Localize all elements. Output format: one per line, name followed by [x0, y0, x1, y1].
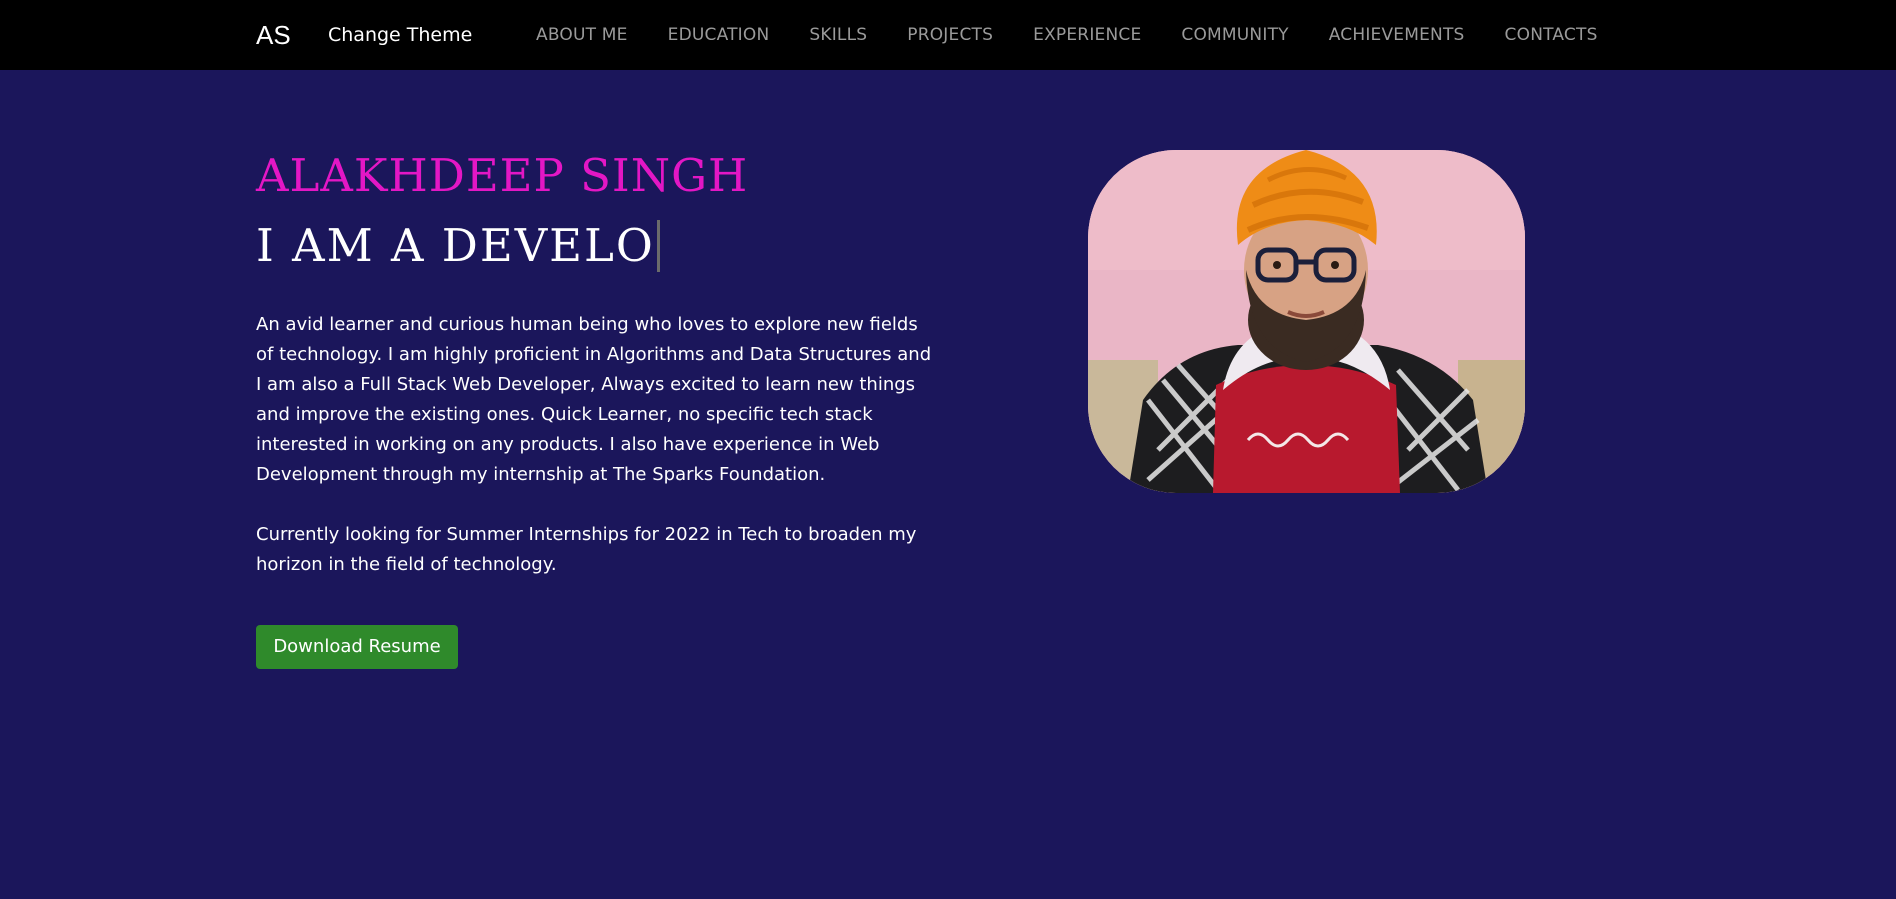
nav-link-experience[interactable]: EXPERIENCE — [1033, 25, 1141, 45]
typing-headline: I AM A DEVELO — [256, 216, 660, 276]
typing-text: I AM A DEVELO — [256, 219, 655, 272]
bio-paragraph: An avid learner and curious human being … — [256, 314, 932, 485]
typing-cursor — [656, 220, 660, 272]
nav-link-about-me[interactable]: ABOUT ME — [536, 25, 628, 45]
seeking-paragraph: Currently looking for Summer Internships… — [256, 524, 917, 575]
nav-link-education[interactable]: EDUCATION — [668, 25, 770, 45]
hero-name: ALAKHDEEP SINGH — [256, 149, 749, 202]
change-theme-button[interactable]: Change Theme — [328, 22, 472, 48]
nav-link-community[interactable]: COMMUNITY — [1181, 25, 1288, 45]
brand-logo[interactable]: AS — [256, 19, 291, 51]
nav-link-projects[interactable]: PROJECTS — [907, 25, 993, 45]
nav-link-contacts[interactable]: CONTACTS — [1505, 25, 1598, 45]
nav-link-achievements[interactable]: ACHIEVEMENTS — [1329, 25, 1465, 45]
nav-link-skills[interactable]: SKILLS — [809, 25, 867, 45]
navbar: AS Change Theme ABOUT ME EDUCATION SKILL… — [0, 0, 1896, 70]
profile-photo — [1088, 150, 1525, 493]
nav-links: ABOUT ME EDUCATION SKILLS PROJECTS EXPER… — [536, 22, 1598, 48]
download-resume-button[interactable]: Download Resume — [256, 625, 458, 669]
